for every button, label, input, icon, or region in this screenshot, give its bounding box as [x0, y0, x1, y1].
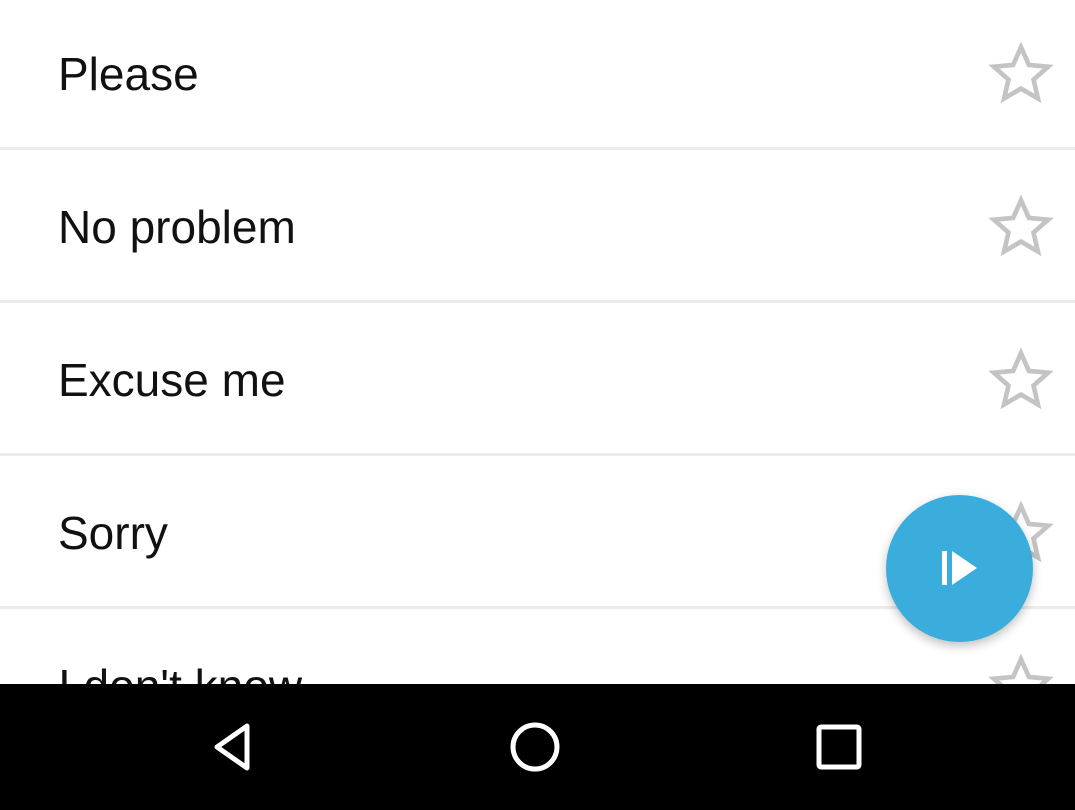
back-icon[interactable]	[203, 717, 263, 777]
recents-icon[interactable]	[809, 717, 869, 777]
app-screen: Please No problem Excuse me Sorry I don'	[0, 0, 1075, 810]
home-icon[interactable]	[505, 717, 565, 777]
list-item[interactable]: Please	[0, 0, 1075, 150]
list-item[interactable]: No problem	[0, 153, 1075, 303]
phrase-label: I don't know	[58, 663, 302, 685]
star-outline-icon[interactable]	[983, 192, 1059, 262]
play-all-button[interactable]	[886, 495, 1033, 642]
star-outline-icon[interactable]	[983, 651, 1059, 685]
phrase-label: Please	[58, 47, 199, 100]
phrase-label: Sorry	[58, 506, 168, 559]
star-outline-icon[interactable]	[983, 345, 1059, 415]
list-item[interactable]: Excuse me	[0, 306, 1075, 456]
phrase-label: No problem	[58, 200, 296, 253]
navigation-bar	[0, 684, 1075, 810]
star-outline-icon[interactable]	[983, 39, 1059, 109]
phrase-label: Excuse me	[58, 353, 286, 406]
play-all-icon	[942, 551, 977, 585]
